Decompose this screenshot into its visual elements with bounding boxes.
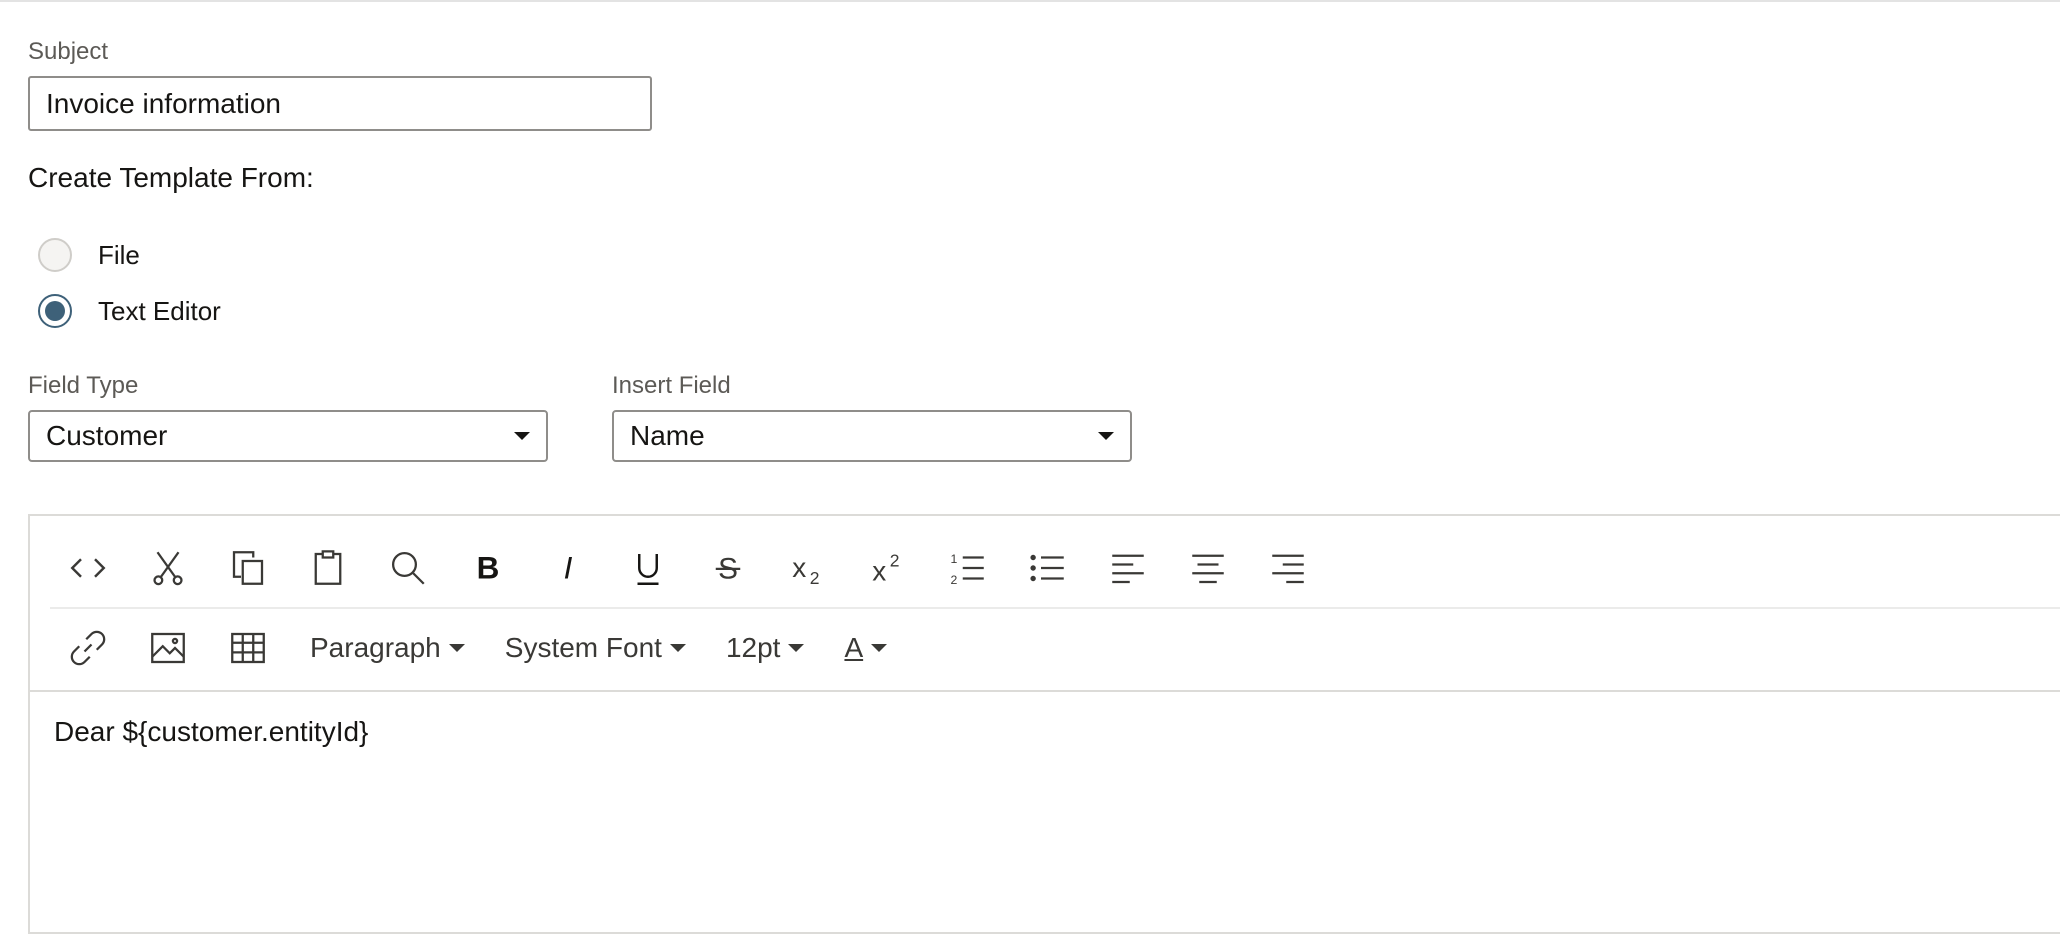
- svg-text:x: x: [872, 555, 886, 586]
- cut-icon[interactable]: [128, 540, 208, 596]
- subscript-icon[interactable]: x2: [768, 540, 848, 596]
- find-icon[interactable]: [368, 540, 448, 596]
- file-radio-label: File: [98, 239, 140, 270]
- editor-content[interactable]: Dear ${customer.entityId}: [54, 716, 368, 748]
- chevron-down-icon: [1098, 432, 1114, 440]
- text-color-icon: A: [844, 632, 864, 663]
- font-family-label: System Font: [504, 632, 662, 663]
- source-code-icon[interactable]: [48, 540, 128, 596]
- top-divider: [0, 0, 2060, 2]
- text-color-dropdown[interactable]: A: [844, 620, 888, 676]
- block-format-dropdown[interactable]: Paragraph: [310, 620, 465, 676]
- subject-input[interactable]: [28, 76, 652, 131]
- chevron-down-icon: [669, 644, 686, 652]
- file-radio[interactable]: [38, 238, 72, 272]
- link-icon[interactable]: [48, 620, 128, 676]
- italic-icon[interactable]: I: [528, 540, 608, 596]
- radio-option-text-editor[interactable]: Text Editor: [38, 291, 221, 331]
- chevron-down-icon: [788, 644, 805, 652]
- toolbar-divider: [50, 607, 2060, 609]
- align-right-icon[interactable]: [1248, 540, 1328, 596]
- radio-option-file[interactable]: File: [38, 235, 140, 275]
- svg-text:B: B: [477, 550, 500, 586]
- text-editor-radio[interactable]: [38, 294, 72, 328]
- chevron-down-icon: [448, 644, 465, 652]
- text-editor-radio-label: Text Editor: [98, 295, 221, 326]
- rich-text-editor: B I S x2 x2 12 Paragraph System Font 12p…: [28, 514, 2060, 934]
- editor-toolbar-row-1: B I S x2 x2 12: [48, 538, 1328, 598]
- subject-label: Subject: [28, 38, 109, 65]
- align-center-icon[interactable]: [1168, 540, 1248, 596]
- toolbar-bottom-border: [30, 690, 2060, 692]
- copy-icon[interactable]: [208, 540, 288, 596]
- create-template-heading: Create Template From:: [28, 162, 314, 193]
- svg-text:2: 2: [810, 568, 820, 588]
- chevron-down-icon: [871, 644, 888, 652]
- font-family-dropdown[interactable]: System Font: [505, 620, 686, 676]
- paste-icon[interactable]: [288, 540, 368, 596]
- field-type-value: Customer: [46, 420, 168, 451]
- svg-text:1: 1: [951, 552, 958, 566]
- block-format-label: Paragraph: [310, 632, 441, 663]
- svg-text:2: 2: [951, 573, 958, 587]
- svg-text:I: I: [564, 550, 573, 586]
- field-type-label: Field Type: [28, 372, 139, 399]
- font-size-dropdown[interactable]: 12pt: [726, 620, 805, 676]
- insert-field-label: Insert Field: [612, 372, 731, 399]
- superscript-icon[interactable]: x2: [848, 540, 928, 596]
- svg-text:x: x: [792, 552, 806, 583]
- underline-icon[interactable]: [608, 540, 688, 596]
- table-icon[interactable]: [208, 620, 288, 676]
- align-left-icon[interactable]: [1088, 540, 1168, 596]
- svg-text:2: 2: [890, 550, 900, 570]
- insert-field-value: Name: [630, 420, 705, 451]
- font-size-label: 12pt: [725, 632, 781, 663]
- image-icon[interactable]: [128, 620, 208, 676]
- strikethrough-icon[interactable]: S: [688, 540, 768, 596]
- numbered-list-icon[interactable]: 12: [928, 540, 1008, 596]
- editor-toolbar-row-2: Paragraph System Font 12pt A: [48, 618, 905, 678]
- bold-icon[interactable]: B: [448, 540, 528, 596]
- field-type-select[interactable]: Customer: [28, 410, 548, 462]
- insert-field-select[interactable]: Name: [612, 410, 1132, 462]
- bulleted-list-icon[interactable]: [1008, 540, 1088, 596]
- chevron-down-icon: [514, 432, 530, 440]
